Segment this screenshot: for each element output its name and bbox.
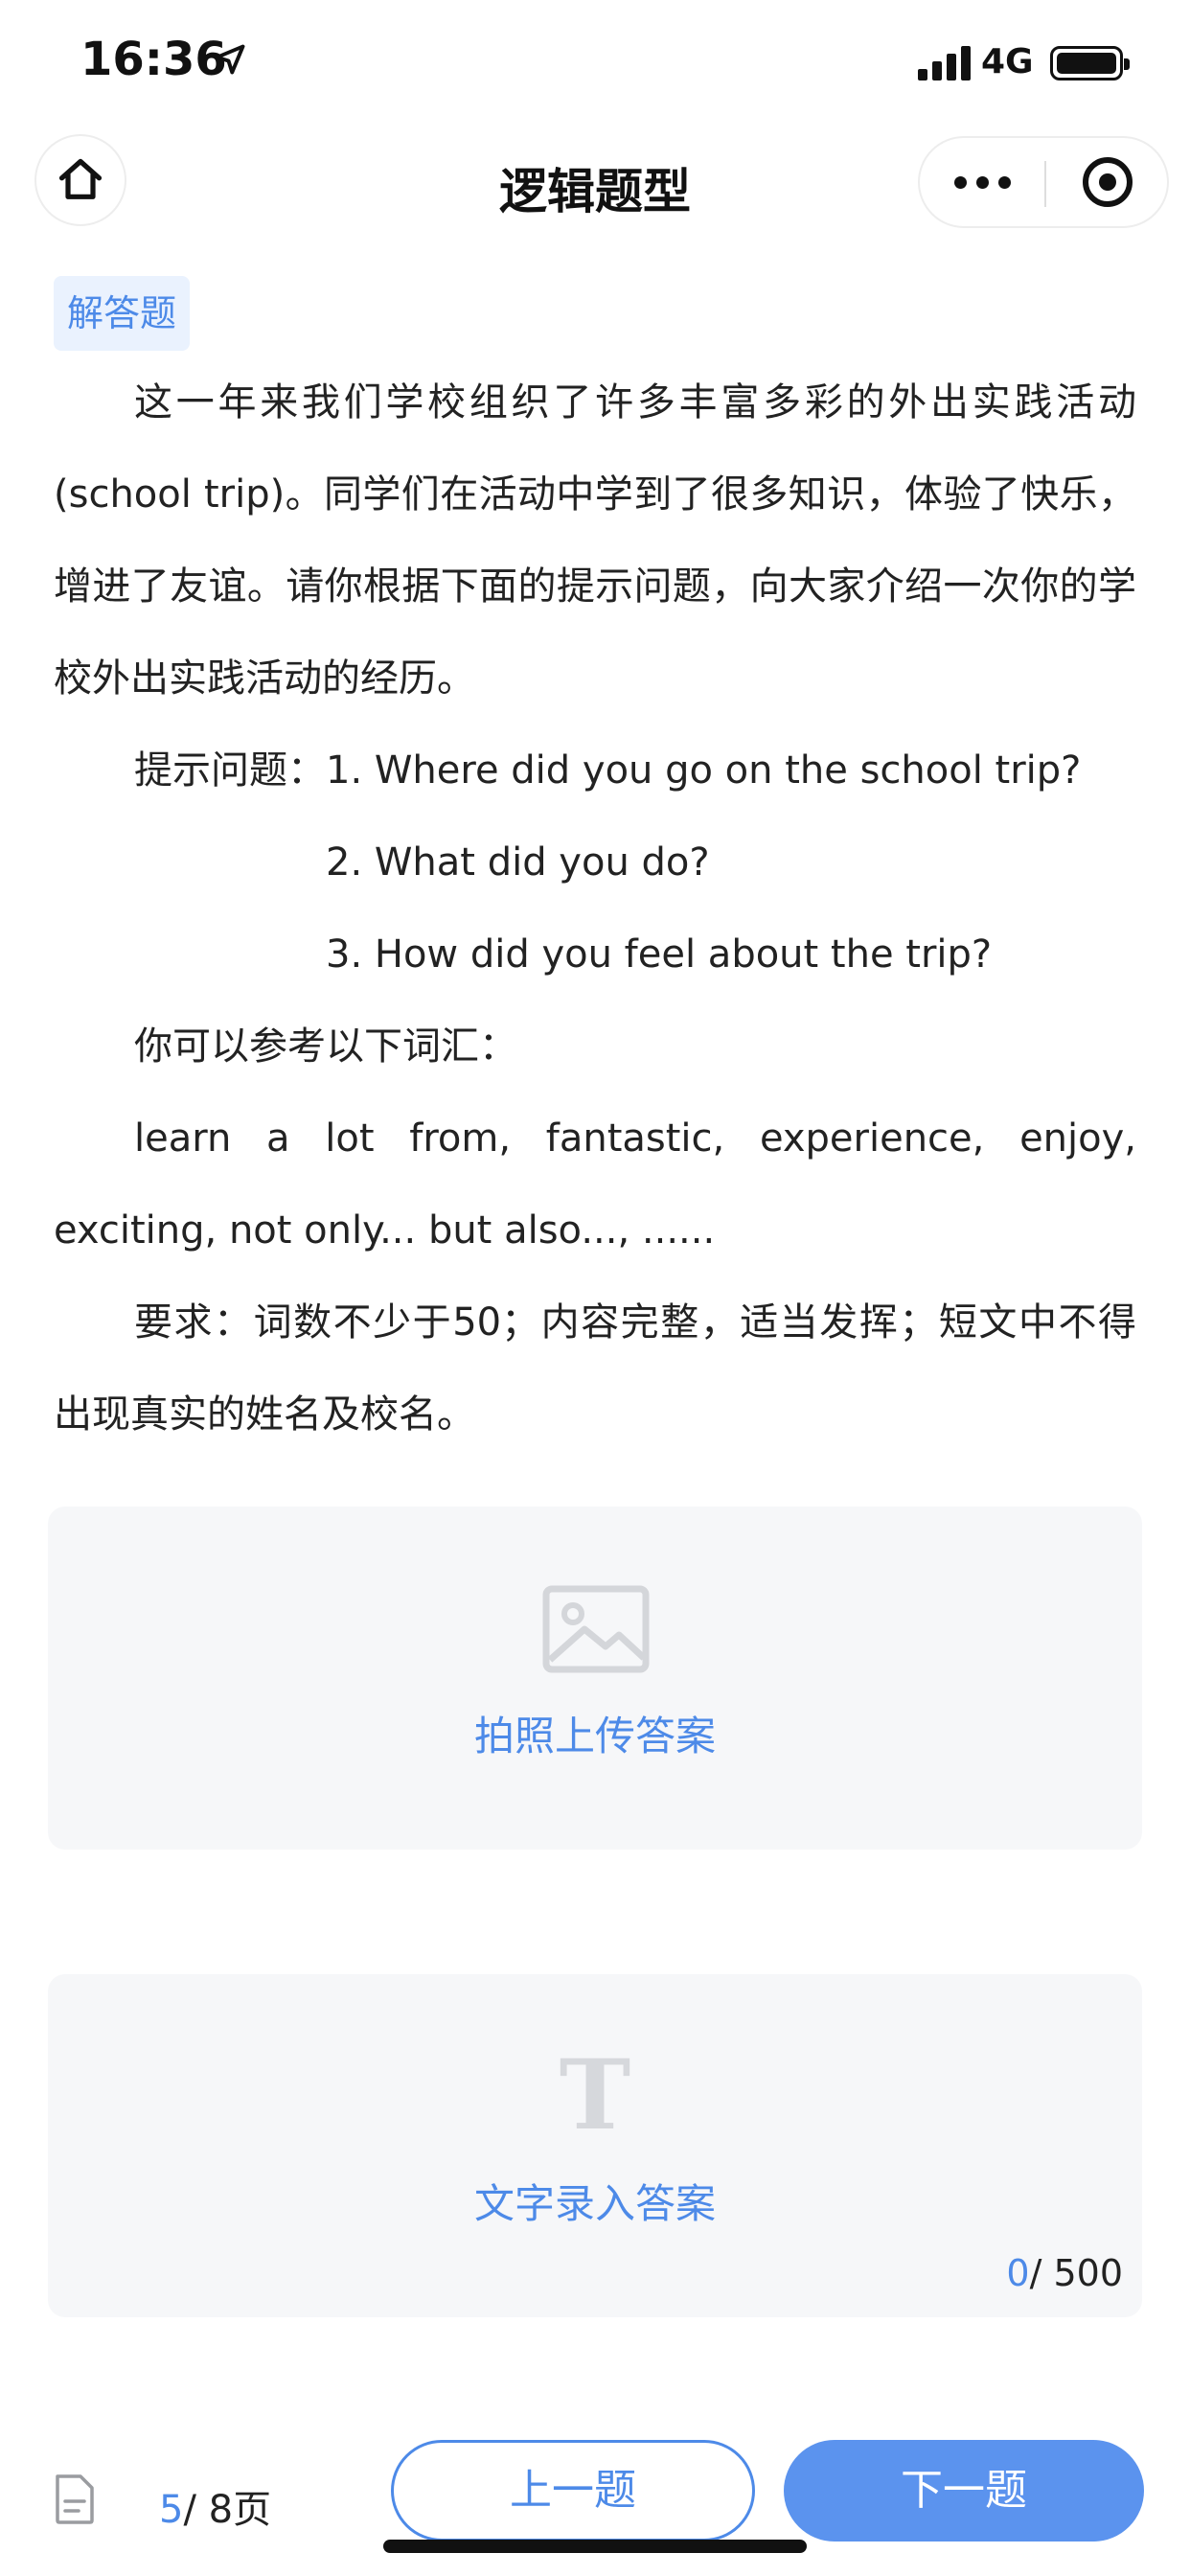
vocab-list: learn a lot from, fantastic, experience,… — [54, 1116, 1136, 1253]
target-close-icon — [1083, 157, 1133, 207]
network-label: 4G — [981, 42, 1034, 81]
document-icon[interactable] — [52, 2472, 98, 2526]
hint-2: 2. What did you do? — [326, 840, 710, 885]
vocab-label: 你可以参考以下词汇： — [134, 1024, 517, 1069]
hint-1: 1. Where did you go on the school trip? — [326, 748, 1082, 793]
photo-upload-label: 拍照上传答案 — [473, 1713, 716, 1760]
text-entry-card[interactable]: T 文字录入答案 0/ 500 — [48, 1974, 1142, 2317]
bottom-bar: 5/ 8页 上一题 下一题 — [0, 2425, 1190, 2576]
hint-3: 3. How did you feel about the trip? — [326, 932, 993, 977]
question-intro: 这一年来我们学校组织了许多丰富多彩的外出实践活动(school trip)。同学… — [54, 380, 1136, 701]
text-t-icon: T — [559, 2038, 631, 2151]
photo-upload-card[interactable]: 拍照上传答案 — [48, 1506, 1142, 1850]
mini-program-capsule — [918, 136, 1169, 228]
hint-prefix: 提示问题： — [134, 748, 326, 793]
location-arrow-icon — [215, 44, 245, 75]
char-count-current: 0 — [1006, 2252, 1030, 2294]
page-total: / 8页 — [183, 2488, 272, 2532]
image-icon — [542, 1585, 650, 1673]
char-counter: 0/ 500 — [1006, 2252, 1123, 2294]
more-button[interactable] — [920, 138, 1044, 226]
close-mini-program-button[interactable] — [1046, 138, 1169, 226]
hint-line-1: 提示问题：1. Where did you go on the school t… — [54, 724, 1136, 816]
page: 16:36 4G 逻辑题型 解答题 这一年来我们学校组织了许多丰富多彩的外出实践… — [0, 0, 1190, 2576]
next-question-button[interactable]: 下一题 — [784, 2440, 1144, 2542]
more-dots-icon — [950, 175, 1016, 189]
page-indicator: 5/ 8页 — [159, 2478, 271, 2534]
status-time: 16:36 — [80, 33, 227, 86]
signal-icon — [918, 46, 972, 80]
home-indicator — [383, 2540, 807, 2553]
battery-icon — [1050, 46, 1130, 80]
status-bar: 16:36 4G — [0, 0, 1190, 125]
nav-bar: 逻辑题型 — [0, 125, 1190, 249]
question-type-tag: 解答题 — [54, 276, 191, 351]
prev-question-button[interactable]: 上一题 — [391, 2440, 755, 2542]
question-text: 这一年来我们学校组织了许多丰富多彩的外出实践活动(school trip)。同学… — [54, 356, 1136, 1460]
page-current: 5 — [159, 2488, 184, 2532]
char-count-max: / 500 — [1029, 2252, 1123, 2294]
requirement-text: 要求：词数不少于50；内容完整，适当发挥；短文中不得出现真实的姓名及校名。 — [54, 1300, 1136, 1437]
text-entry-label: 文字录入答案 — [473, 2180, 716, 2227]
